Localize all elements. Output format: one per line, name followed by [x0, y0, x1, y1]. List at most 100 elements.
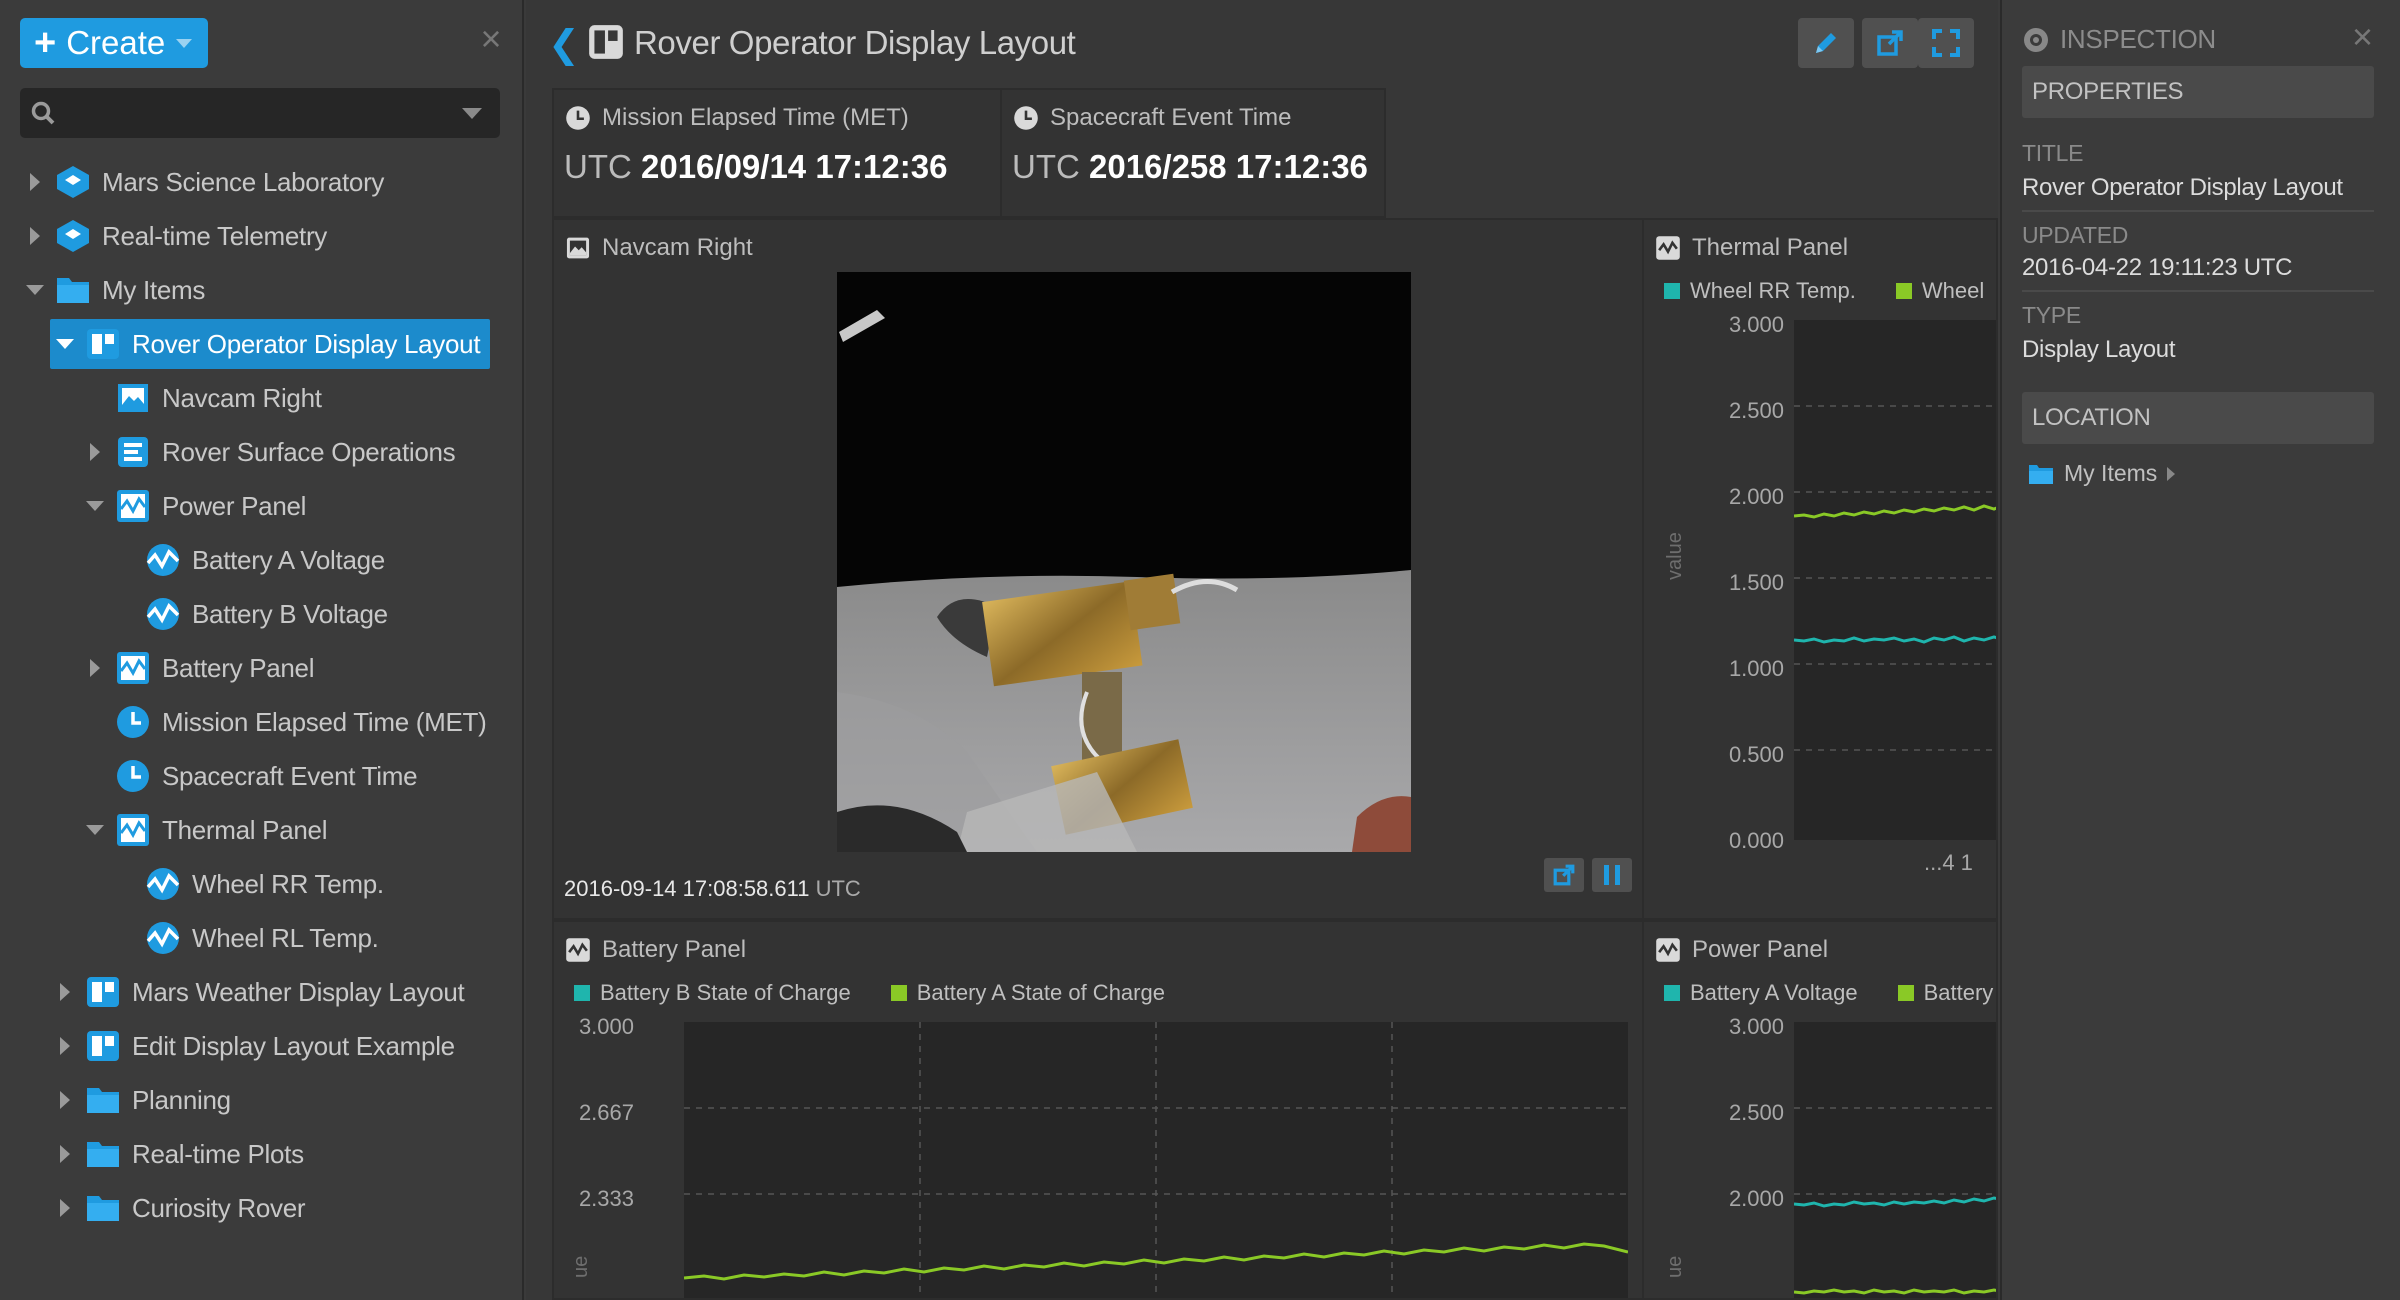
y-tick: 2.667 — [578, 1100, 634, 1125]
tree-item-rover-operator-display-layout[interactable]: Rover Operator Display Layout — [0, 317, 524, 371]
navcam-frame[interactable]: Navcam Right 2016-09-14 17:08:58.611 UTC — [552, 218, 1664, 920]
legend-item[interactable]: Battery — [1897, 980, 1993, 1006]
image-tz: UTC — [815, 876, 861, 901]
battery-plot-area[interactable] — [683, 1022, 1629, 1298]
battery-panel-frame[interactable]: Battery Panel Battery B State of Charge … — [552, 920, 1664, 1300]
met-clock-frame[interactable]: Mission Elapsed Time (MET) UTC 2016/09/1… — [552, 88, 1002, 218]
pause-button[interactable] — [1592, 858, 1632, 892]
tree-item-spacecraft-event-time[interactable]: Spacecraft Event Time — [0, 749, 524, 803]
tree-item-mission-elapsed-time[interactable]: Mission Elapsed Time (MET) — [0, 695, 524, 749]
close-icon[interactable]: × — [2352, 19, 2373, 55]
navcam-image — [837, 272, 1411, 852]
tree-item-edit-display-layout-example[interactable]: Edit Display Layout Example — [0, 1019, 524, 1073]
battery-plot-svg — [683, 1022, 1629, 1298]
power-plot-svg — [1793, 1107, 1996, 1295]
frame-title: Mission Elapsed Time (MET) — [602, 104, 909, 131]
close-icon[interactable]: × — [476, 21, 506, 57]
collapse-icon[interactable] — [24, 279, 46, 301]
legend-label: Battery A State of Charge — [916, 980, 1165, 1005]
expand-icon[interactable] — [24, 225, 46, 247]
new-window-icon — [1553, 864, 1575, 886]
expand-icon[interactable] — [54, 1035, 76, 1057]
tree-pane: + Create × Mars Science Laboratory Real-… — [0, 0, 524, 1300]
plot-legend: Wheel RR Temp. Wheel — [1664, 278, 1996, 304]
inspector-title: INSPECTION — [2060, 24, 2216, 54]
tree-item-navcam-right[interactable]: Navcam Right — [0, 371, 524, 425]
collapse-icon[interactable] — [54, 333, 76, 355]
legend-swatch — [1897, 985, 1914, 1001]
collapse-icon[interactable] — [84, 495, 106, 517]
image-icon — [114, 379, 152, 417]
search-options-icon[interactable] — [462, 107, 482, 119]
power-panel-frame[interactable]: Power Panel Battery A Voltage Battery 3.… — [1642, 920, 1998, 1300]
expand-icon[interactable] — [54, 1089, 76, 1111]
thermal-plot-area[interactable] — [1793, 320, 1996, 840]
tree-item-rover-surface-operations[interactable]: Rover Surface Operations — [0, 425, 524, 479]
folder-icon — [84, 1081, 122, 1119]
legend-item[interactable]: Battery B State of Charge — [574, 980, 851, 1006]
create-button[interactable]: + Create — [20, 18, 208, 68]
frame-title: Power Panel — [1692, 936, 1829, 963]
clock-tz: UTC — [1012, 148, 1080, 185]
tree-item-label: Rover Operator Display Layout — [132, 328, 481, 359]
expand-icon[interactable] — [54, 1143, 76, 1165]
y-axis-label: value — [1664, 532, 1686, 580]
location-link[interactable]: My Items — [2028, 460, 2176, 487]
power-plot-area[interactable] — [1793, 1022, 1996, 1298]
expand-icon[interactable] — [84, 441, 106, 463]
expand-icon[interactable] — [54, 1197, 76, 1219]
main-view: ❮ Rover Operator Display Layout Mission … — [526, 0, 1998, 1300]
legend-item[interactable]: Battery A Voltage — [1664, 980, 1858, 1006]
inspector-pane: INSPECTION × PROPERTIES TITLE Rover Oper… — [2000, 0, 2400, 1300]
legend-item[interactable]: Wheel — [1895, 278, 1985, 304]
y-tick: 3.000 — [1728, 1014, 1784, 1039]
tree-item-battery-panel[interactable]: Battery Panel — [0, 641, 524, 695]
plot-legend: Battery A Voltage Battery — [1664, 980, 1996, 1006]
fullscreen-button[interactable] — [1918, 18, 1974, 68]
y-tick: 0.000 — [1728, 828, 1784, 853]
tree-item-planning[interactable]: Planning — [0, 1073, 524, 1127]
tree-item-battery-a-voltage[interactable]: Battery A Voltage — [0, 533, 524, 587]
thermal-panel-frame[interactable]: Thermal Panel Wheel RR Temp. Wheel 3.000… — [1642, 218, 1998, 920]
folder-icon — [84, 1135, 122, 1173]
tree-item-real-time-telemetry[interactable]: Real-time Telemetry — [0, 209, 524, 263]
tree-item-label: Mars Science Laboratory — [102, 166, 385, 197]
tree-item-curiosity-rover[interactable]: Curiosity Rover — [0, 1181, 524, 1235]
telemetry-icon — [144, 865, 182, 903]
legend-swatch — [890, 985, 907, 1001]
tree-item-mars-science-laboratory[interactable]: Mars Science Laboratory — [0, 155, 524, 209]
image-time: 2016-09-14 17:08:58.611 — [564, 876, 810, 901]
expand-icon[interactable] — [54, 981, 76, 1003]
tree-item-power-panel[interactable]: Power Panel — [0, 479, 524, 533]
new-window-button[interactable] — [1862, 18, 1918, 68]
tree-item-my-items[interactable]: My Items — [0, 263, 524, 317]
legend-label: Wheel — [1921, 278, 1985, 303]
tree-item-real-time-plots[interactable]: Real-time Plots — [0, 1127, 524, 1181]
legend-item[interactable]: Battery A State of Charge — [890, 980, 1165, 1006]
y-axis-label: ue — [570, 1255, 592, 1278]
clock-tz: UTC — [564, 148, 632, 185]
tree-item-thermal-panel[interactable]: Thermal Panel — [0, 803, 524, 857]
chevron-right-icon — [2167, 466, 2176, 481]
scet-clock-frame[interactable]: Spacecraft Event Time UTC 2016/258 17:12… — [1000, 88, 1386, 218]
frame-title: Spacecraft Event Time — [1050, 104, 1292, 131]
edit-button[interactable] — [1798, 18, 1854, 68]
back-arrow-icon[interactable]: ❮ — [548, 22, 580, 67]
open-image-button[interactable] — [1544, 858, 1584, 892]
search-input[interactable] — [56, 88, 462, 138]
tree-item-wheel-rr-temp[interactable]: Wheel RR Temp. — [0, 857, 524, 911]
clock-icon — [1012, 104, 1040, 132]
legend-item[interactable]: Wheel RR Temp. — [1664, 278, 1856, 304]
collapse-icon[interactable] — [84, 819, 106, 841]
expand-icon[interactable] — [24, 171, 46, 193]
y-tick: 2.000 — [1728, 1186, 1784, 1211]
legend-swatch — [1895, 283, 1912, 299]
layout-icon — [84, 325, 122, 363]
tree-item-wheel-rl-temp[interactable]: Wheel RL Temp. — [0, 911, 524, 965]
tree-item-mars-weather-display-layout[interactable]: Mars Weather Display Layout — [0, 965, 524, 1019]
create-label: Create — [66, 24, 166, 61]
type-label: TYPE — [2022, 302, 2081, 328]
frame-header: Spacecraft Event Time — [1012, 104, 1291, 132]
tree-item-battery-b-voltage[interactable]: Battery B Voltage — [0, 587, 524, 641]
expand-icon[interactable] — [84, 657, 106, 679]
